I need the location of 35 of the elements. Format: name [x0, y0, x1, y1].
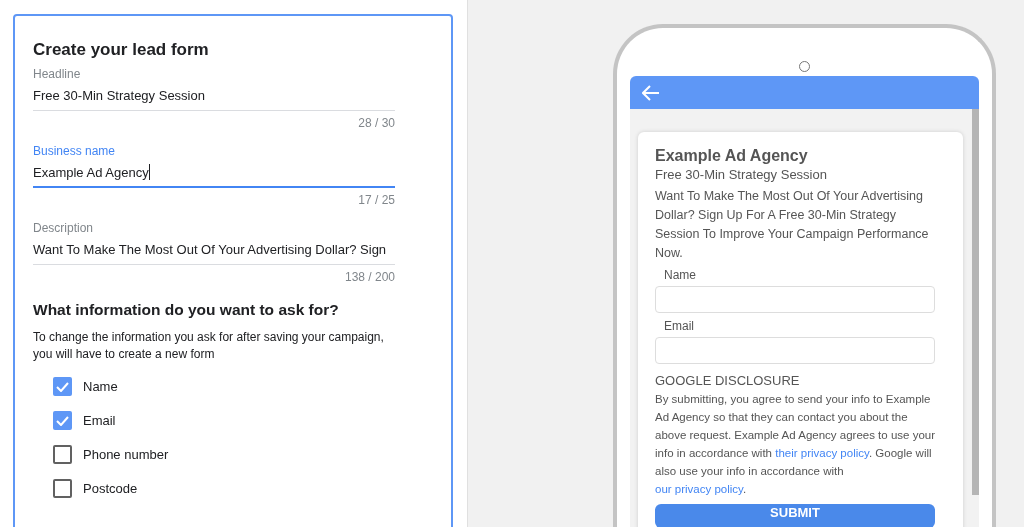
checkbox[interactable] — [53, 377, 72, 396]
headline-text: Free 30-Min Strategy Session — [655, 166, 828, 184]
field-label: Headline — [33, 66, 82, 82]
field-label: Name — [663, 267, 697, 283]
section-note: To change the information you ask for after saving your campaign, you will have to create a new form — [33, 329, 385, 363]
disclosure-title: GOOGLE DISCLOSURE — [655, 372, 801, 390]
checkbox[interactable] — [53, 479, 72, 498]
option-label: Postcode — [83, 479, 138, 498]
field-label: Email — [663, 318, 695, 334]
input-field[interactable] — [655, 286, 935, 313]
disclosure-text: By submitting, you agree to send your info to Example Ad Agency so that they can contact you about the above request. Example Ad Agency agrees to use your info in accordance with their privacy policy. Google will also use your info in accordance with our privacy policy. — [655, 392, 935, 497]
option-label: Name — [83, 377, 118, 396]
check-icon — [56, 381, 69, 392]
character-counter: 28 / 30 — [357, 115, 395, 131]
character-counter: 138 / 200 — [343, 269, 395, 285]
character-counter: 17 / 25 — [357, 192, 395, 208]
field-label: Business name — [33, 143, 117, 159]
text-input[interactable]: Want To Make The Most Out Of Your Advertising Dollar? Sign — [33, 241, 395, 265]
option-label: Email — [83, 411, 116, 430]
business-name: Example Ad Agency — [655, 146, 809, 166]
field-label: Description — [33, 220, 95, 236]
text-input[interactable]: Example Ad Agency — [33, 164, 395, 188]
privacy-link[interactable]: our privacy policy — [655, 483, 743, 495]
form-title: Create your lead form — [33, 40, 210, 60]
text-cursor — [148, 164, 150, 180]
section-title: What information do you want to ask for? — [33, 300, 340, 320]
checkbox[interactable] — [53, 445, 72, 464]
input-field[interactable] — [655, 337, 935, 364]
checkbox[interactable] — [53, 411, 72, 430]
option-label: Phone number — [83, 445, 169, 464]
check-icon — [56, 415, 69, 426]
text-input[interactable]: Free 30-Min Strategy Session — [33, 87, 395, 111]
privacy-link[interactable]: their privacy policy — [775, 447, 869, 459]
back-arrow-icon[interactable] — [642, 84, 660, 101]
description-text: Want To Make The Most Out Of Your Advertising Dollar? Sign Up For A Free 30-Min Strategy Session To Improve Your Campaign Performance Now. — [655, 188, 930, 262]
